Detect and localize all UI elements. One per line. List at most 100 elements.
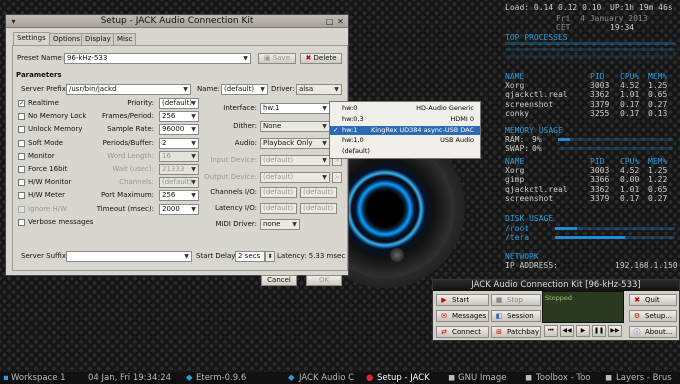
- field-combo[interactable]: (default) ▼: [159, 98, 199, 109]
- driver-combo[interactable]: alsa ▼: [296, 84, 342, 95]
- field-value: 16: [162, 151, 171, 160]
- conky-swap-pct: 0%: [532, 144, 542, 153]
- ok-button[interactable]: OK: [306, 275, 342, 286]
- start-button[interactable]: ▶ Start: [436, 294, 489, 306]
- pause-icon[interactable]: ❚❚: [592, 325, 606, 337]
- conky-swap-label: SWAP:: [505, 144, 530, 153]
- connect-icon: ⇄: [441, 328, 447, 336]
- field-label: Wait (usec):: [112, 165, 154, 173]
- driver-label: Driver:: [271, 85, 295, 93]
- session-icon: ◧: [495, 312, 503, 320]
- start-delay-stepper[interactable]: ⬍: [265, 251, 275, 262]
- stop-icon: ■: [495, 296, 503, 304]
- checkbox-6[interactable]: [18, 179, 25, 187]
- field-combo[interactable]: (default): [260, 187, 297, 198]
- tab-display[interactable]: Display: [81, 33, 115, 45]
- browse-button[interactable]: >: [332, 172, 342, 183]
- field-combo[interactable]: (default) ▼: [159, 177, 199, 189]
- name-combo[interactable]: (default) ▼: [221, 84, 268, 95]
- task-setup[interactable]: Setup - JACK: [377, 372, 430, 384]
- process-cell: 0.17: [620, 108, 640, 118]
- field-combo[interactable]: None ▼: [260, 121, 330, 132]
- field-value: (default): [162, 99, 193, 107]
- play-icon[interactable]: ▶: [576, 325, 590, 337]
- patchbay-button[interactable]: ⊞ Patchbay: [491, 326, 541, 338]
- disk-root-bar-fill: [555, 227, 577, 230]
- cpu-graph: [505, 48, 675, 51]
- dropdown-item[interactable]: ✓ hw:1 KingRex UD384 async-USB DAC: [330, 125, 480, 135]
- maximize-icon[interactable]: □: [325, 17, 334, 26]
- field-combo[interactable]: hw:1 ▼: [260, 103, 330, 114]
- field-combo[interactable]: 256 ▼: [159, 190, 199, 202]
- chevron-down-icon: ▼: [191, 205, 196, 213]
- process-cell: 0.13: [648, 108, 668, 118]
- tab-misc[interactable]: Misc: [113, 33, 137, 45]
- checkbox-3[interactable]: [18, 139, 25, 147]
- quit-button[interactable]: ✖ Quit: [629, 294, 677, 306]
- checkbox-5[interactable]: [18, 166, 25, 173]
- field-combo[interactable]: 96000 ▼: [159, 124, 199, 136]
- task-gimp[interactable]: GNU Image: [458, 372, 507, 384]
- dropdown-item[interactable]: hw:0,3 HDMI 0: [330, 115, 480, 124]
- messages-button[interactable]: ✉ Messages: [436, 310, 489, 322]
- tab-options[interactable]: Options: [49, 33, 85, 45]
- close-icon[interactable]: ✕: [336, 17, 345, 26]
- conky-date: Fri 4 January 2013: [556, 14, 648, 23]
- jack-titlebar[interactable]: JACK Audio Connection Kit [96-kHz-533]: [433, 280, 679, 291]
- setup-titlebar[interactable]: ▾ Setup - JACK Audio Connection Kit □ ✕: [6, 15, 348, 28]
- latency-readout: Latency: 5.33 msec: [277, 252, 346, 260]
- field-combo[interactable]: Playback Only ▼: [260, 138, 330, 149]
- field-combo[interactable]: (default): [260, 203, 297, 214]
- field-combo[interactable]: none ▼: [260, 219, 300, 230]
- dropdown-item[interactable]: hw:1,0 USB Audio: [330, 136, 480, 145]
- messages-icon: ✉: [441, 312, 447, 320]
- session-button[interactable]: ◧ Session: [491, 310, 541, 322]
- checkbox-0[interactable]: ✓: [18, 100, 25, 107]
- start-delay-label: Start Delay:: [196, 252, 238, 260]
- checkbox-9[interactable]: [18, 218, 25, 226]
- checkbox-4[interactable]: [18, 152, 25, 160]
- workspace-label[interactable]: Workspace 1: [11, 372, 66, 384]
- checkbox-7[interactable]: [18, 192, 25, 200]
- field-combo[interactable]: 2000 ▼: [159, 203, 199, 215]
- task-layers[interactable]: Layers - Brus: [616, 372, 672, 384]
- field-value: (default): [162, 178, 193, 187]
- chevron-down-icon: ▼: [322, 105, 327, 112]
- backward-icon[interactable]: ◀◀: [560, 325, 574, 337]
- field-combo[interactable]: (default): [300, 203, 337, 214]
- field-combo[interactable]: (default): [300, 187, 337, 198]
- checkbox-1[interactable]: [18, 113, 25, 121]
- connect-button[interactable]: ⇄ Connect: [436, 326, 489, 338]
- dropdown-item[interactable]: hw:0 HD-Audio Generic: [330, 104, 480, 113]
- save-button[interactable]: ▣ Save: [258, 53, 296, 64]
- field-value: (default): [303, 188, 334, 196]
- server-prefix-combo[interactable]: /usr/bin/jackd ▼: [66, 84, 191, 95]
- delete-button[interactable]: ✖ Delete: [300, 53, 342, 64]
- dropdown-item[interactable]: (default): [330, 147, 480, 156]
- preset-combo[interactable]: 96-kHz-533 ▼: [64, 53, 251, 64]
- start-delay-spin[interactable]: 2 secs: [235, 251, 265, 262]
- task-toolbox[interactable]: Toolbox - Too: [536, 372, 591, 384]
- field-label: Output Device:: [204, 173, 257, 181]
- tab-settings[interactable]: Settings: [13, 32, 50, 46]
- server-suffix-combo[interactable]: ▼: [66, 251, 192, 262]
- checkbox-8[interactable]: [18, 205, 25, 213]
- task-eterm[interactable]: Eterm-0.9.6: [196, 372, 246, 384]
- forward-icon[interactable]: ▶▶: [608, 325, 622, 337]
- cancel-button[interactable]: Cancel: [261, 275, 297, 286]
- field-combo[interactable]: (default) ▼: [260, 172, 330, 183]
- field-label: Frames/Period:: [101, 112, 154, 121]
- field-combo[interactable]: 16 ▼: [159, 150, 199, 162]
- task-jack[interactable]: JACK Audio C: [299, 372, 354, 384]
- stop-button[interactable]: ■ Stop: [491, 294, 541, 306]
- server-prefix-label: Server Prefix:: [21, 85, 69, 93]
- field-combo[interactable]: 256 ▼: [159, 111, 199, 123]
- field-combo[interactable]: 2 ▼: [159, 137, 199, 149]
- about-button[interactable]: ⓘ About...: [629, 326, 677, 338]
- field-combo[interactable]: 21333 ▼: [159, 164, 199, 175]
- checkbox-2[interactable]: [18, 126, 25, 134]
- process-cell: 1.01: [620, 184, 640, 194]
- rewind-icon[interactable]: ⏮: [544, 325, 558, 337]
- field-combo[interactable]: (default) ▼: [260, 155, 330, 166]
- setup-button[interactable]: ⚙ Setup...: [629, 310, 677, 322]
